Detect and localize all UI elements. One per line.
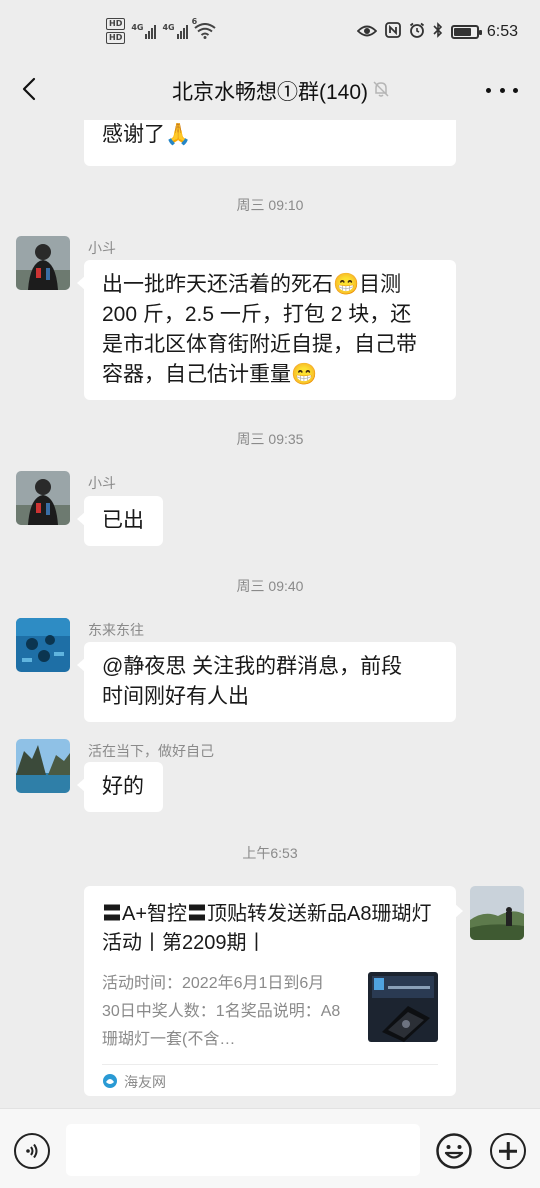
timestamp: 周三 09:35 [236, 431, 304, 447]
message-line: 已出 [102, 509, 144, 532]
avatar[interactable] [16, 618, 70, 672]
link-card-title: 〓A+智控〓顶贴转发送新品A8珊瑚灯活动丨第2209期丨 [102, 903, 432, 954]
signal-sim1-icon: 4G [131, 23, 157, 39]
voice-input-button[interactable] [14, 1133, 50, 1169]
self-avatar[interactable] [470, 886, 524, 940]
alarm-icon [409, 22, 425, 42]
message-bubble[interactable]: @静夜思 关注我的群消息，前段 时间刚好有人出 [77, 642, 456, 722]
sender-name: 东来东往 [88, 622, 144, 638]
chat-messages[interactable]: 感谢了🙏 周三 09:10 小斗 出一批昨天还活着的死石😁目测 200 斤，2.… [0, 120, 540, 1108]
clock: 6:53 [486, 23, 518, 40]
chat-title: 北京水畅想①群(140) [171, 81, 369, 104]
source-logo-icon [102, 1073, 118, 1092]
sender-name: 小斗 [88, 475, 116, 491]
message-bubble[interactable]: 已出 [77, 496, 163, 546]
message-input[interactable] [66, 1124, 420, 1176]
message-line: 好的 [102, 775, 144, 798]
timestamp: 周三 09:40 [236, 578, 304, 594]
message-line: @静夜思 关注我的群消息，前段 [102, 655, 403, 678]
signal-sim1-label: 4G [131, 23, 144, 32]
input-bar [0, 1108, 540, 1188]
more-dot-icon [486, 87, 491, 93]
more-options-button[interactable] [486, 78, 518, 102]
signal-sim2-label: 4G [162, 23, 175, 32]
hd-badge-top: HD [106, 18, 126, 30]
hd-badge-bottom: HD [106, 32, 126, 44]
message-bubble[interactable]: 好的 [77, 762, 163, 812]
message-line: 200 斤，2.5 一斤，打包 2 块，还 [102, 303, 412, 326]
link-card-source: 海友网 [102, 1064, 438, 1092]
signal-sim2-icon: 4G [162, 23, 188, 39]
avatar[interactable] [16, 471, 70, 525]
message-line: 时间刚好有人出 [102, 685, 249, 708]
message-text: 感谢了🙏 [102, 123, 192, 146]
sender-name: 小斗 [88, 240, 116, 256]
sender-name: 活在当下，做好自己 [88, 743, 214, 759]
status-bar: HD HD 4G 4G 6 6:53 [0, 0, 540, 60]
system-indicators: 6:53 [356, 22, 518, 42]
message-line: 出一批昨天还活着的死石😁目测 [102, 273, 402, 296]
source-name: 海友网 [124, 1074, 166, 1090]
message-line: 是市北区体育街附近自提，自己带 [102, 333, 417, 356]
message-bubble[interactable]: 出一批昨天还活着的死石😁目测 200 斤，2.5 一斤，打包 2 块，还 是市北… [77, 260, 456, 400]
hd-indicator: HD HD [106, 18, 126, 44]
eye-icon [356, 23, 378, 42]
nfc-icon [384, 22, 401, 42]
message-line: 容器，自己估计重量😁 [102, 363, 318, 386]
wifi-label: 6 [191, 17, 198, 26]
more-dot-icon [499, 87, 505, 93]
avatar[interactable] [16, 739, 70, 793]
message-bubble-partial[interactable]: 感谢了🙏 [84, 120, 456, 166]
more-dot-icon [513, 87, 518, 93]
link-card[interactable]: 〓A+智控〓顶贴转发送新品A8珊瑚灯活动丨第2209期丨 活动时间：2022年6… [84, 886, 463, 1096]
link-card-description: 活动时间：2022年6月1日到6月30日中奖人数：1名奖品说明：A8珊瑚灯一套(… [102, 975, 341, 1048]
bluetooth-icon [433, 22, 443, 42]
smiley-icon [436, 1133, 472, 1169]
link-card-thumbnail [368, 972, 438, 1042]
battery-icon [450, 25, 482, 39]
voice-icon [26, 1143, 38, 1159]
network-indicators: HD HD 4G 4G 6 [106, 17, 216, 44]
chat-header: 北京水畅想①群(140) [0, 60, 540, 120]
mute-bell-icon [372, 80, 390, 102]
emoji-button[interactable] [436, 1133, 472, 1169]
avatar[interactable] [16, 236, 70, 290]
timestamp: 上午6:53 [242, 845, 298, 861]
wifi-icon: 6 [192, 17, 216, 39]
timestamp: 周三 09:10 [236, 197, 304, 213]
more-functions-plus-button[interactable] [490, 1133, 526, 1169]
